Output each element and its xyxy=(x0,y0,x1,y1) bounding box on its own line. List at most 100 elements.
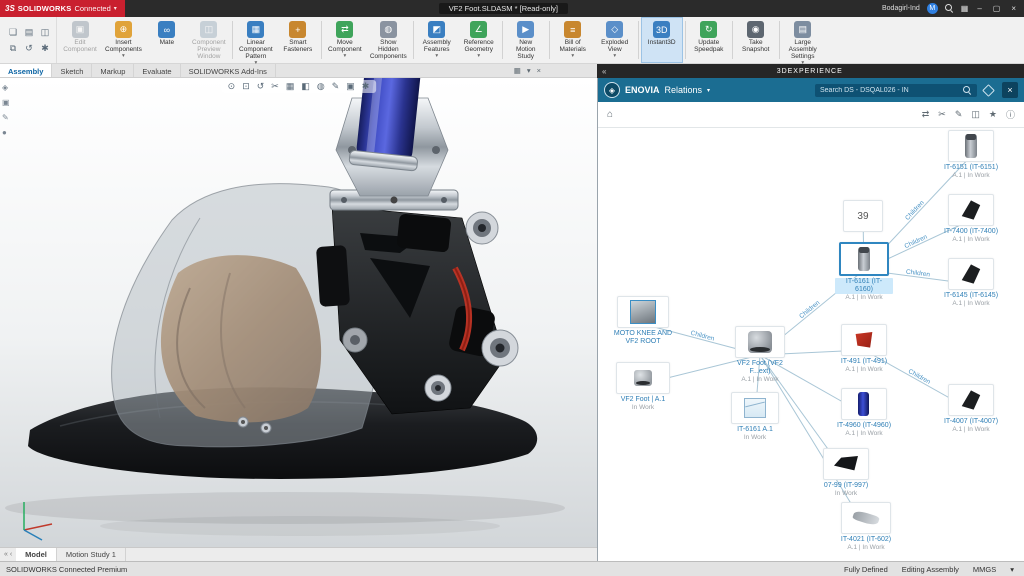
zoom-area-icon[interactable]: ⊡ xyxy=(242,81,250,92)
ribbon-button-label: Bill of Materials xyxy=(560,39,586,53)
view-orientation-icon[interactable]: ▦ xyxy=(286,81,295,92)
feature-tree-icon[interactable]: ◈ xyxy=(2,83,10,92)
info-icon[interactable]: ⓘ xyxy=(1006,108,1015,121)
move-component-icon: ⇄ xyxy=(336,21,353,38)
zoom-fit-icon[interactable]: ⊙ xyxy=(228,81,236,92)
sensors-pane-icon[interactable]: ● xyxy=(2,128,10,137)
node-title: IT-6151 (IT-6151) xyxy=(943,164,999,172)
tab-model[interactable]: Model xyxy=(16,548,57,561)
tabrow-close-pane-icon[interactable]: × xyxy=(537,66,541,75)
save-icon[interactable]: ◫ xyxy=(38,25,52,39)
open-icon[interactable]: ▤ xyxy=(22,25,36,39)
graph-node-r4[interactable]: IT-4007 (IT-4007)A.1 | In Work xyxy=(943,384,999,433)
tab-markup[interactable]: Markup xyxy=(92,64,134,77)
ribbon-button-instant3d[interactable]: 3DInstant3D xyxy=(641,17,683,63)
status-units-caret[interactable]: ▾ xyxy=(1010,565,1014,574)
panel-close-button[interactable]: × xyxy=(1002,82,1018,98)
new-document-icon[interactable]: ❏ xyxy=(6,25,20,39)
markup-pane-icon[interactable]: ✎ xyxy=(2,113,10,122)
close-button[interactable]: × xyxy=(1009,4,1018,13)
minimize-button[interactable]: – xyxy=(975,4,983,13)
graph-node-r2[interactable]: IT-7400 (IT-7400)A.1 | In Work xyxy=(943,194,999,243)
ribbon-button-smart-fasteners[interactable]: +Smart Fasteners xyxy=(277,17,319,63)
tab-motion-study-1[interactable]: Motion Study 1 xyxy=(57,548,126,561)
ribbon-button-linear-component-pattern[interactable]: ▦Linear Component Pattern▾ xyxy=(235,17,277,63)
graph-node-va1[interactable]: VF2 Foot | A.1In Work xyxy=(610,362,676,411)
graph-node-n6160[interactable]: IT-6161 (IT-6160)A.1 | In Work xyxy=(835,242,893,301)
solidworks-logo[interactable]: 3S SOLIDWORKS Connected ▾ xyxy=(0,0,125,17)
home-icon[interactable]: ⌂ xyxy=(607,109,613,120)
ribbon-button-move-component[interactable]: ⇄Move Component▾ xyxy=(324,17,366,63)
display-pane-icon[interactable]: ▣ xyxy=(2,98,10,107)
hide-show-items-icon[interactable]: ◍ xyxy=(317,81,325,92)
ribbon-button-exploded-view[interactable]: ◇Exploded View▾ xyxy=(594,17,636,63)
edit-appearance-icon[interactable]: ✎ xyxy=(332,81,340,92)
apply-scene-icon[interactable]: ▣ xyxy=(346,81,355,92)
update-speedpak-icon: ↻ xyxy=(700,21,717,38)
node-thumbnail-card xyxy=(948,194,995,226)
node-thumbnail-card xyxy=(948,384,995,416)
graph-node-b6161[interactable]: IT-6161 A.1In Work xyxy=(726,392,784,441)
search-input[interactable] xyxy=(820,87,958,94)
graph-node-blade[interactable]: IT-4021 (IT-602)A.1 | In Work xyxy=(836,502,896,551)
relations-app-selector[interactable]: Relations xyxy=(665,85,703,95)
ribbon-button-assembly-features[interactable]: ◩Assembly Features▾ xyxy=(416,17,458,63)
route-icon[interactable]: ⇄ xyxy=(922,109,930,120)
graph-node-dark[interactable]: 07-99 (IT-997)In Work xyxy=(818,448,874,497)
tab-sketch[interactable]: Sketch xyxy=(52,64,92,77)
apps-grid-icon[interactable]: ▦ xyxy=(961,4,969,13)
search-magnifier-icon[interactable] xyxy=(963,86,972,95)
smart-fasteners-icon: + xyxy=(289,21,306,38)
tab-addins[interactable]: SOLIDWORKS Add-Ins xyxy=(181,64,276,77)
panel-collapse-icon[interactable]: « xyxy=(597,67,611,76)
app-caret-icon[interactable]: ▾ xyxy=(707,87,710,94)
user-avatar[interactable]: M xyxy=(927,3,938,14)
ribbon-button-new-motion-study[interactable]: ▶New Motion Study xyxy=(505,17,547,63)
graph-node-r3[interactable]: IT-6145 (IT-6145)A.1 | In Work xyxy=(943,258,999,307)
graph-node-vroot[interactable]: VF2 Foot (VF2 F...ext)A.1 | In Work xyxy=(730,326,790,383)
compass-icon[interactable]: ◈ xyxy=(604,82,620,98)
ribbon-button-update-speedpak[interactable]: ↻Update Speedpak xyxy=(688,17,730,63)
graph-node-moto[interactable]: MOTO KNEE AND VF2 ROOT xyxy=(612,296,674,346)
search-icon[interactable] xyxy=(945,4,954,13)
favorite-icon[interactable]: ★ xyxy=(989,109,997,120)
graph-node-red[interactable]: IT-491 (IT-491)A.1 | In Work xyxy=(836,324,892,373)
previous-view-icon[interactable]: ↺ xyxy=(257,81,265,92)
graph-node-r1[interactable]: IT-6151 (IT-6151)A.1 | In Work xyxy=(943,130,999,179)
ribbon-button-mate[interactable]: ∞Mate xyxy=(146,17,188,63)
status-units[interactable]: MMGS xyxy=(973,565,996,574)
mid-row: AssemblySketchMarkupEvaluateSOLIDWORKS A… xyxy=(0,64,1024,78)
ribbon-button-reference-geometry[interactable]: ∠Reference Geometry▾ xyxy=(458,17,500,63)
ribbon-button-insert-components[interactable]: ⊕Insert Components▾ xyxy=(101,17,146,63)
ribbon-button-take-snapshot[interactable]: ◉Take Snapshot xyxy=(735,17,777,63)
tab-scroll-arrows[interactable]: « ‹ xyxy=(0,548,16,561)
tabrow-pane-grid-icon[interactable]: ▦ xyxy=(514,66,521,75)
print-icon[interactable]: ⧉ xyxy=(6,41,20,55)
tab-assembly[interactable]: Assembly xyxy=(0,64,52,77)
node-title: IT-6145 (IT-6145) xyxy=(943,292,999,300)
ribbon-button-show-hidden-components[interactable]: ◍Show Hidden Components xyxy=(366,17,411,63)
graphics-area[interactable]: ⊙ ⊡ ↺ ✂ ▦ ◧ ◍ ✎ ▣ ✱ ◈ ▣ ✎ ● xyxy=(0,78,597,547)
restore-button[interactable]: ▢ xyxy=(991,4,1003,13)
view-settings-icon[interactable]: ✱ xyxy=(362,81,370,92)
section-view-icon[interactable]: ✂ xyxy=(271,81,279,92)
relations-graph-canvas[interactable]: ChildrenChildrenChildrenChildrenChildren… xyxy=(598,128,1024,561)
document-title: VF2 Foot.SLDASM * [Read-only] xyxy=(439,3,568,14)
quick-access-toolbar: ❏▤◫ ⧉↺✱ xyxy=(2,17,57,63)
cut-icon[interactable]: ✂ xyxy=(938,109,946,120)
ribbon-button-bill-of-materials[interactable]: ≡Bill of Materials▾ xyxy=(552,17,594,63)
graph-node-blue[interactable]: IT-4960 (IT-4960)A.1 | In Work xyxy=(836,388,892,437)
options-icon[interactable]: ✱ xyxy=(38,41,52,55)
titlebar-center: VF2 Foot.SLDASM * [Read-only] xyxy=(125,3,882,14)
edit-icon[interactable]: ✎ xyxy=(955,109,963,120)
display-style-icon[interactable]: ◧ xyxy=(301,81,310,92)
compare-icon[interactable]: ◫ xyxy=(971,109,980,120)
undo-icon[interactable]: ↺ xyxy=(22,41,36,55)
node-thumbnail-card xyxy=(616,362,671,394)
ribbon-button-large-assembly-settings[interactable]: ▤Large Assembly Settings▾ xyxy=(782,17,824,63)
piston-thumbnail xyxy=(858,247,870,271)
graph-node-grp39[interactable]: 39 xyxy=(839,200,887,232)
tag-icon[interactable] xyxy=(982,84,995,97)
tabrow-collapse-ribbon-icon[interactable]: ▾ xyxy=(527,66,531,75)
tab-evaluate[interactable]: Evaluate xyxy=(134,64,180,77)
